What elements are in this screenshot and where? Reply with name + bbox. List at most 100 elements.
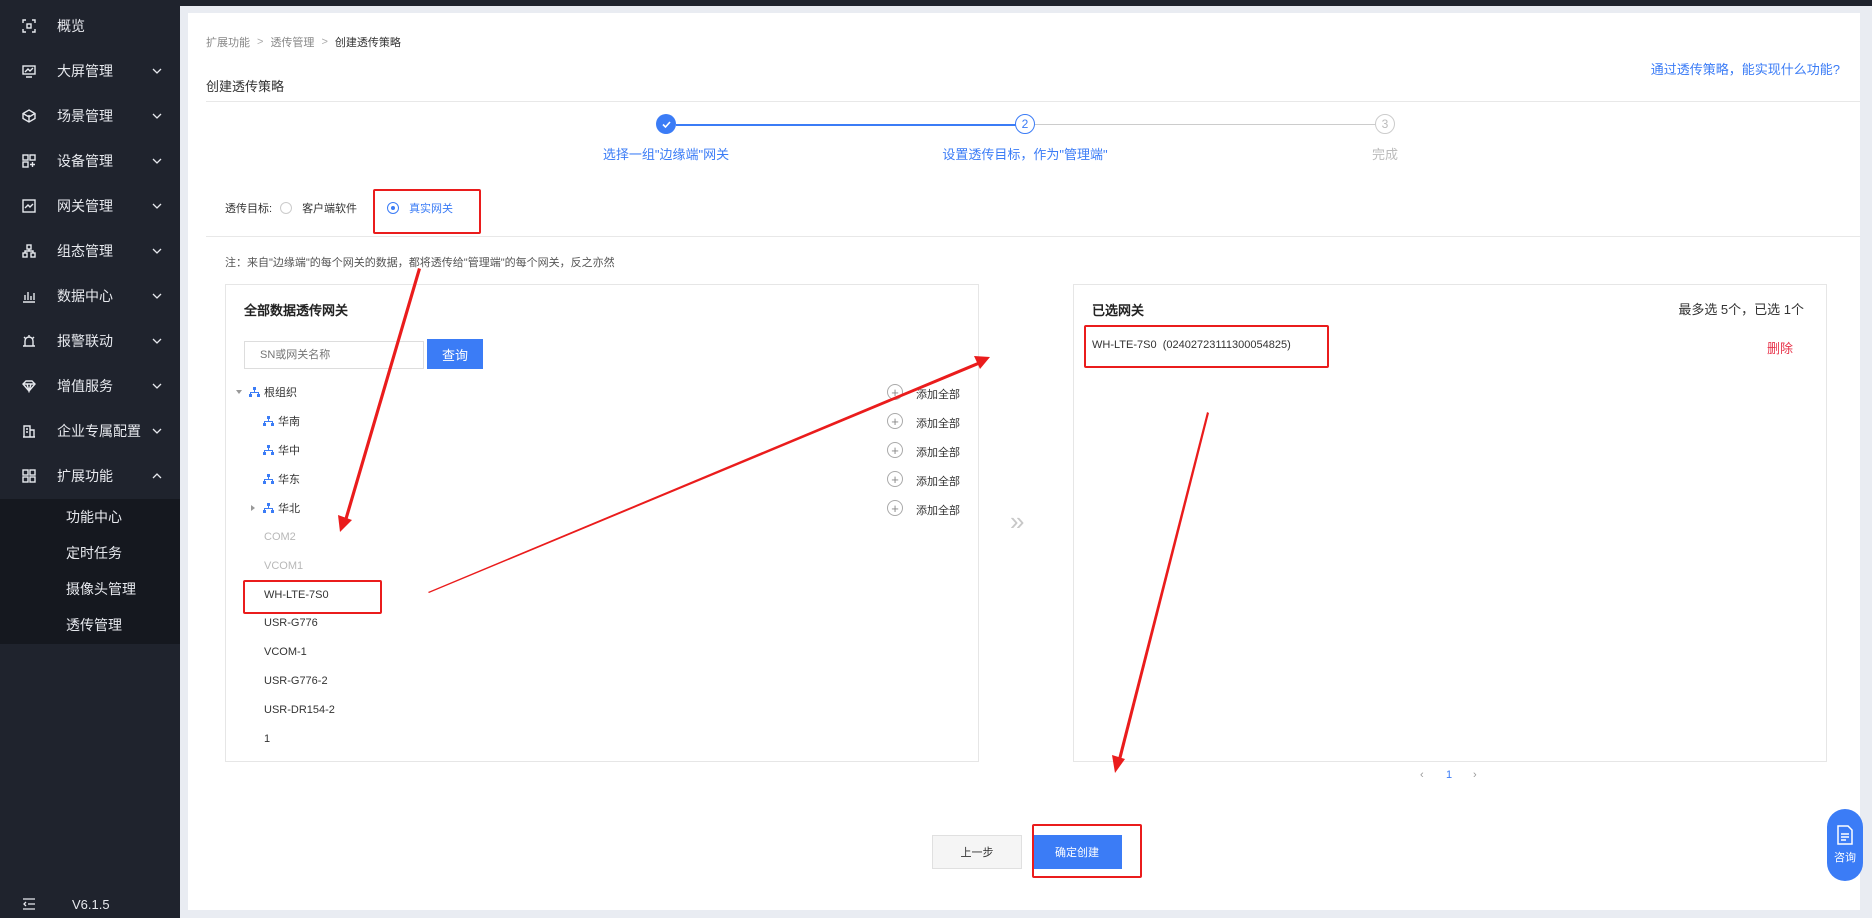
search-button[interactable]: 查询 <box>427 339 483 369</box>
breadcrumb-item[interactable]: 扩展功能 <box>206 34 250 50</box>
chevron-down-icon <box>152 68 162 74</box>
annotation-box <box>1032 824 1142 878</box>
gateway-item-disabled: COM2 <box>264 531 296 543</box>
sidebar-item-gateway[interactable]: 网关管理 <box>0 184 180 228</box>
sidebar-item-label: 概览 <box>57 18 85 34</box>
chevron-down-icon <box>152 293 162 299</box>
gateway-item[interactable]: USR-G776 <box>264 617 318 629</box>
right-panel-title: 已选网关 <box>1092 303 1145 318</box>
chevron-down-icon <box>152 383 162 389</box>
tree-node-east[interactable]: 华东 <box>263 470 300 488</box>
gateway-item[interactable]: USR-DR154-2 <box>264 704 335 716</box>
add-all-icon[interactable]: + <box>887 413 903 429</box>
gateway-item[interactable]: USR-G776-2 <box>264 675 328 687</box>
page-title: 创建透传策略 <box>206 79 285 94</box>
breadcrumb-item[interactable]: 透传管理 <box>270 34 314 50</box>
breadcrumb: 扩展功能 > 透传管理 > 创建透传策略 <box>206 34 401 50</box>
enterprise-icon <box>21 423 37 439</box>
pager-prev-icon[interactable]: ‹ <box>1420 769 1424 781</box>
divider <box>206 236 1860 237</box>
step-connector <box>676 124 1024 126</box>
tree-node-label: 华北 <box>278 503 300 515</box>
diamond-icon <box>21 378 37 394</box>
sidebar-item-label: 组态管理 <box>57 243 113 259</box>
tree-node-label: 华南 <box>278 416 300 428</box>
extension-submenu: 功能中心 定时任务 摄像头管理 透传管理 <box>0 499 180 644</box>
add-all-icon[interactable]: + <box>887 471 903 487</box>
search-input[interactable] <box>244 341 424 369</box>
breadcrumb-separator-icon: > <box>257 36 264 48</box>
sidebar-item-label: 企业专属配置 <box>57 423 141 439</box>
sidebar-footer: V6.1.5 <box>0 892 180 918</box>
sidebar-item-device[interactable]: 设备管理 <box>0 139 180 183</box>
sidebar-item-data-center[interactable]: 数据中心 <box>0 274 180 318</box>
caret-right-icon[interactable] <box>249 504 257 512</box>
chevron-down-icon <box>152 158 162 164</box>
help-link[interactable]: 通过透传策略，能实现什么功能? <box>1651 59 1840 78</box>
submenu-item-passthrough[interactable]: 透传管理 <box>0 607 180 643</box>
sidebar-item-enterprise[interactable]: 企业专属配置 <box>0 409 180 453</box>
sidebar-item-label: 网关管理 <box>57 198 113 214</box>
chevron-down-icon <box>152 248 162 254</box>
sidebar-item-config[interactable]: 组态管理 <box>0 229 180 273</box>
divider <box>206 101 1860 102</box>
chevron-down-icon <box>152 203 162 209</box>
org-icon <box>263 415 274 426</box>
add-all-icon[interactable]: + <box>887 384 903 400</box>
org-icon <box>263 502 274 513</box>
org-icon <box>263 444 274 455</box>
submenu-item-camera[interactable]: 摄像头管理 <box>0 571 180 607</box>
annotation-box <box>1084 325 1329 368</box>
transfer-arrow-icon: » <box>1010 506 1025 536</box>
sidebar-item-extension[interactable]: 扩展功能 <box>0 454 180 498</box>
collapse-menu-icon[interactable] <box>22 897 36 911</box>
pager-current-page[interactable]: 1 <box>1446 769 1452 781</box>
caret-down-icon[interactable] <box>235 388 243 396</box>
sidebar-item-label: 数据中心 <box>57 288 113 304</box>
add-all-icon[interactable]: + <box>887 500 903 516</box>
add-all-link[interactable]: 添加全部 <box>916 502 960 518</box>
add-all-link[interactable]: 添加全部 <box>916 415 960 431</box>
org-icon <box>249 386 260 397</box>
org-icon <box>263 473 274 484</box>
sidebar-item-overview[interactable]: 概览 <box>0 4 180 48</box>
selection-count: 最多选 5个，已选 1个 <box>1678 302 1804 317</box>
delete-link[interactable]: 删除 <box>1767 338 1793 357</box>
sidebar-item-value-added[interactable]: 增值服务 <box>0 364 180 408</box>
extension-icon <box>21 468 37 484</box>
gateway-item-disabled: VCOM1 <box>264 560 304 572</box>
sidebar-item-label: 大屏管理 <box>57 63 113 79</box>
sidebar-item-alarm[interactable]: 报警联动 <box>0 319 180 363</box>
tree-node-root[interactable]: 根组织 <box>235 383 297 401</box>
scene-icon <box>21 108 37 124</box>
submenu-item-scheduled-task[interactable]: 定时任务 <box>0 535 180 571</box>
tree-node-label: 华东 <box>278 474 300 486</box>
add-all-link[interactable]: 添加全部 <box>916 473 960 489</box>
alarm-icon <box>21 333 37 349</box>
sidebar-item-screen[interactable]: 大屏管理 <box>0 49 180 93</box>
gateway-item[interactable]: VCOM-1 <box>264 646 307 658</box>
chevron-down-icon <box>152 428 162 434</box>
sidebar-item-scene[interactable]: 场景管理 <box>0 94 180 138</box>
annotation-box <box>243 580 382 614</box>
tree-node-north[interactable]: 华北 <box>249 499 300 517</box>
tree-node-south[interactable]: 华南 <box>263 412 300 430</box>
add-all-icon[interactable]: + <box>887 442 903 458</box>
config-icon <box>21 243 37 259</box>
sidebar-item-label: 场景管理 <box>57 108 113 124</box>
pager-next-icon[interactable]: › <box>1473 769 1477 781</box>
tree-node-central[interactable]: 华中 <box>263 441 300 459</box>
breadcrumb-current: 创建透传策略 <box>334 37 401 49</box>
add-all-link[interactable]: 添加全部 <box>916 444 960 460</box>
previous-step-button[interactable]: 上一步 <box>932 835 1022 869</box>
submenu-item-function-center[interactable]: 功能中心 <box>0 499 180 535</box>
overview-icon <box>21 18 37 34</box>
document-icon <box>1837 825 1853 845</box>
radio-client-software[interactable]: 客户端软件 <box>280 200 357 216</box>
consult-button[interactable]: 咨询 <box>1827 809 1863 881</box>
add-all-link[interactable]: 添加全部 <box>916 386 960 402</box>
tree-node-label: 根组织 <box>264 387 297 399</box>
top-bar <box>180 0 1872 6</box>
gateway-item[interactable]: 1 <box>264 733 270 745</box>
chevron-down-icon <box>152 113 162 119</box>
